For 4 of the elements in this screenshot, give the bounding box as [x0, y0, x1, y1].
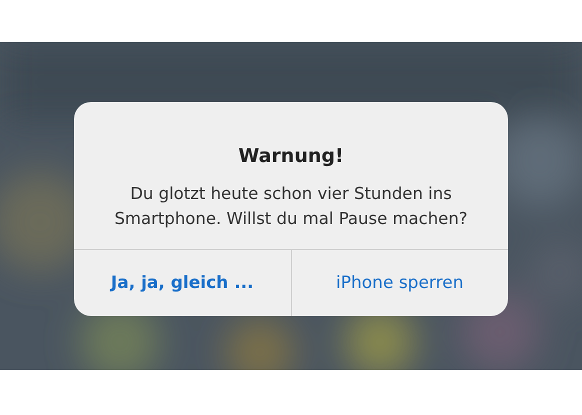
alert-button[interactable]: iPhone sperren — [290, 250, 508, 316]
alert-message: Du glotzt heute schon vier Stunden ins Smartphone. Willst du mal Pause machen? — [113, 183, 469, 230]
alert-button[interactable]: Ja, ja, gleich ... — [74, 250, 290, 316]
alert-title: Warnung! — [238, 145, 344, 167]
